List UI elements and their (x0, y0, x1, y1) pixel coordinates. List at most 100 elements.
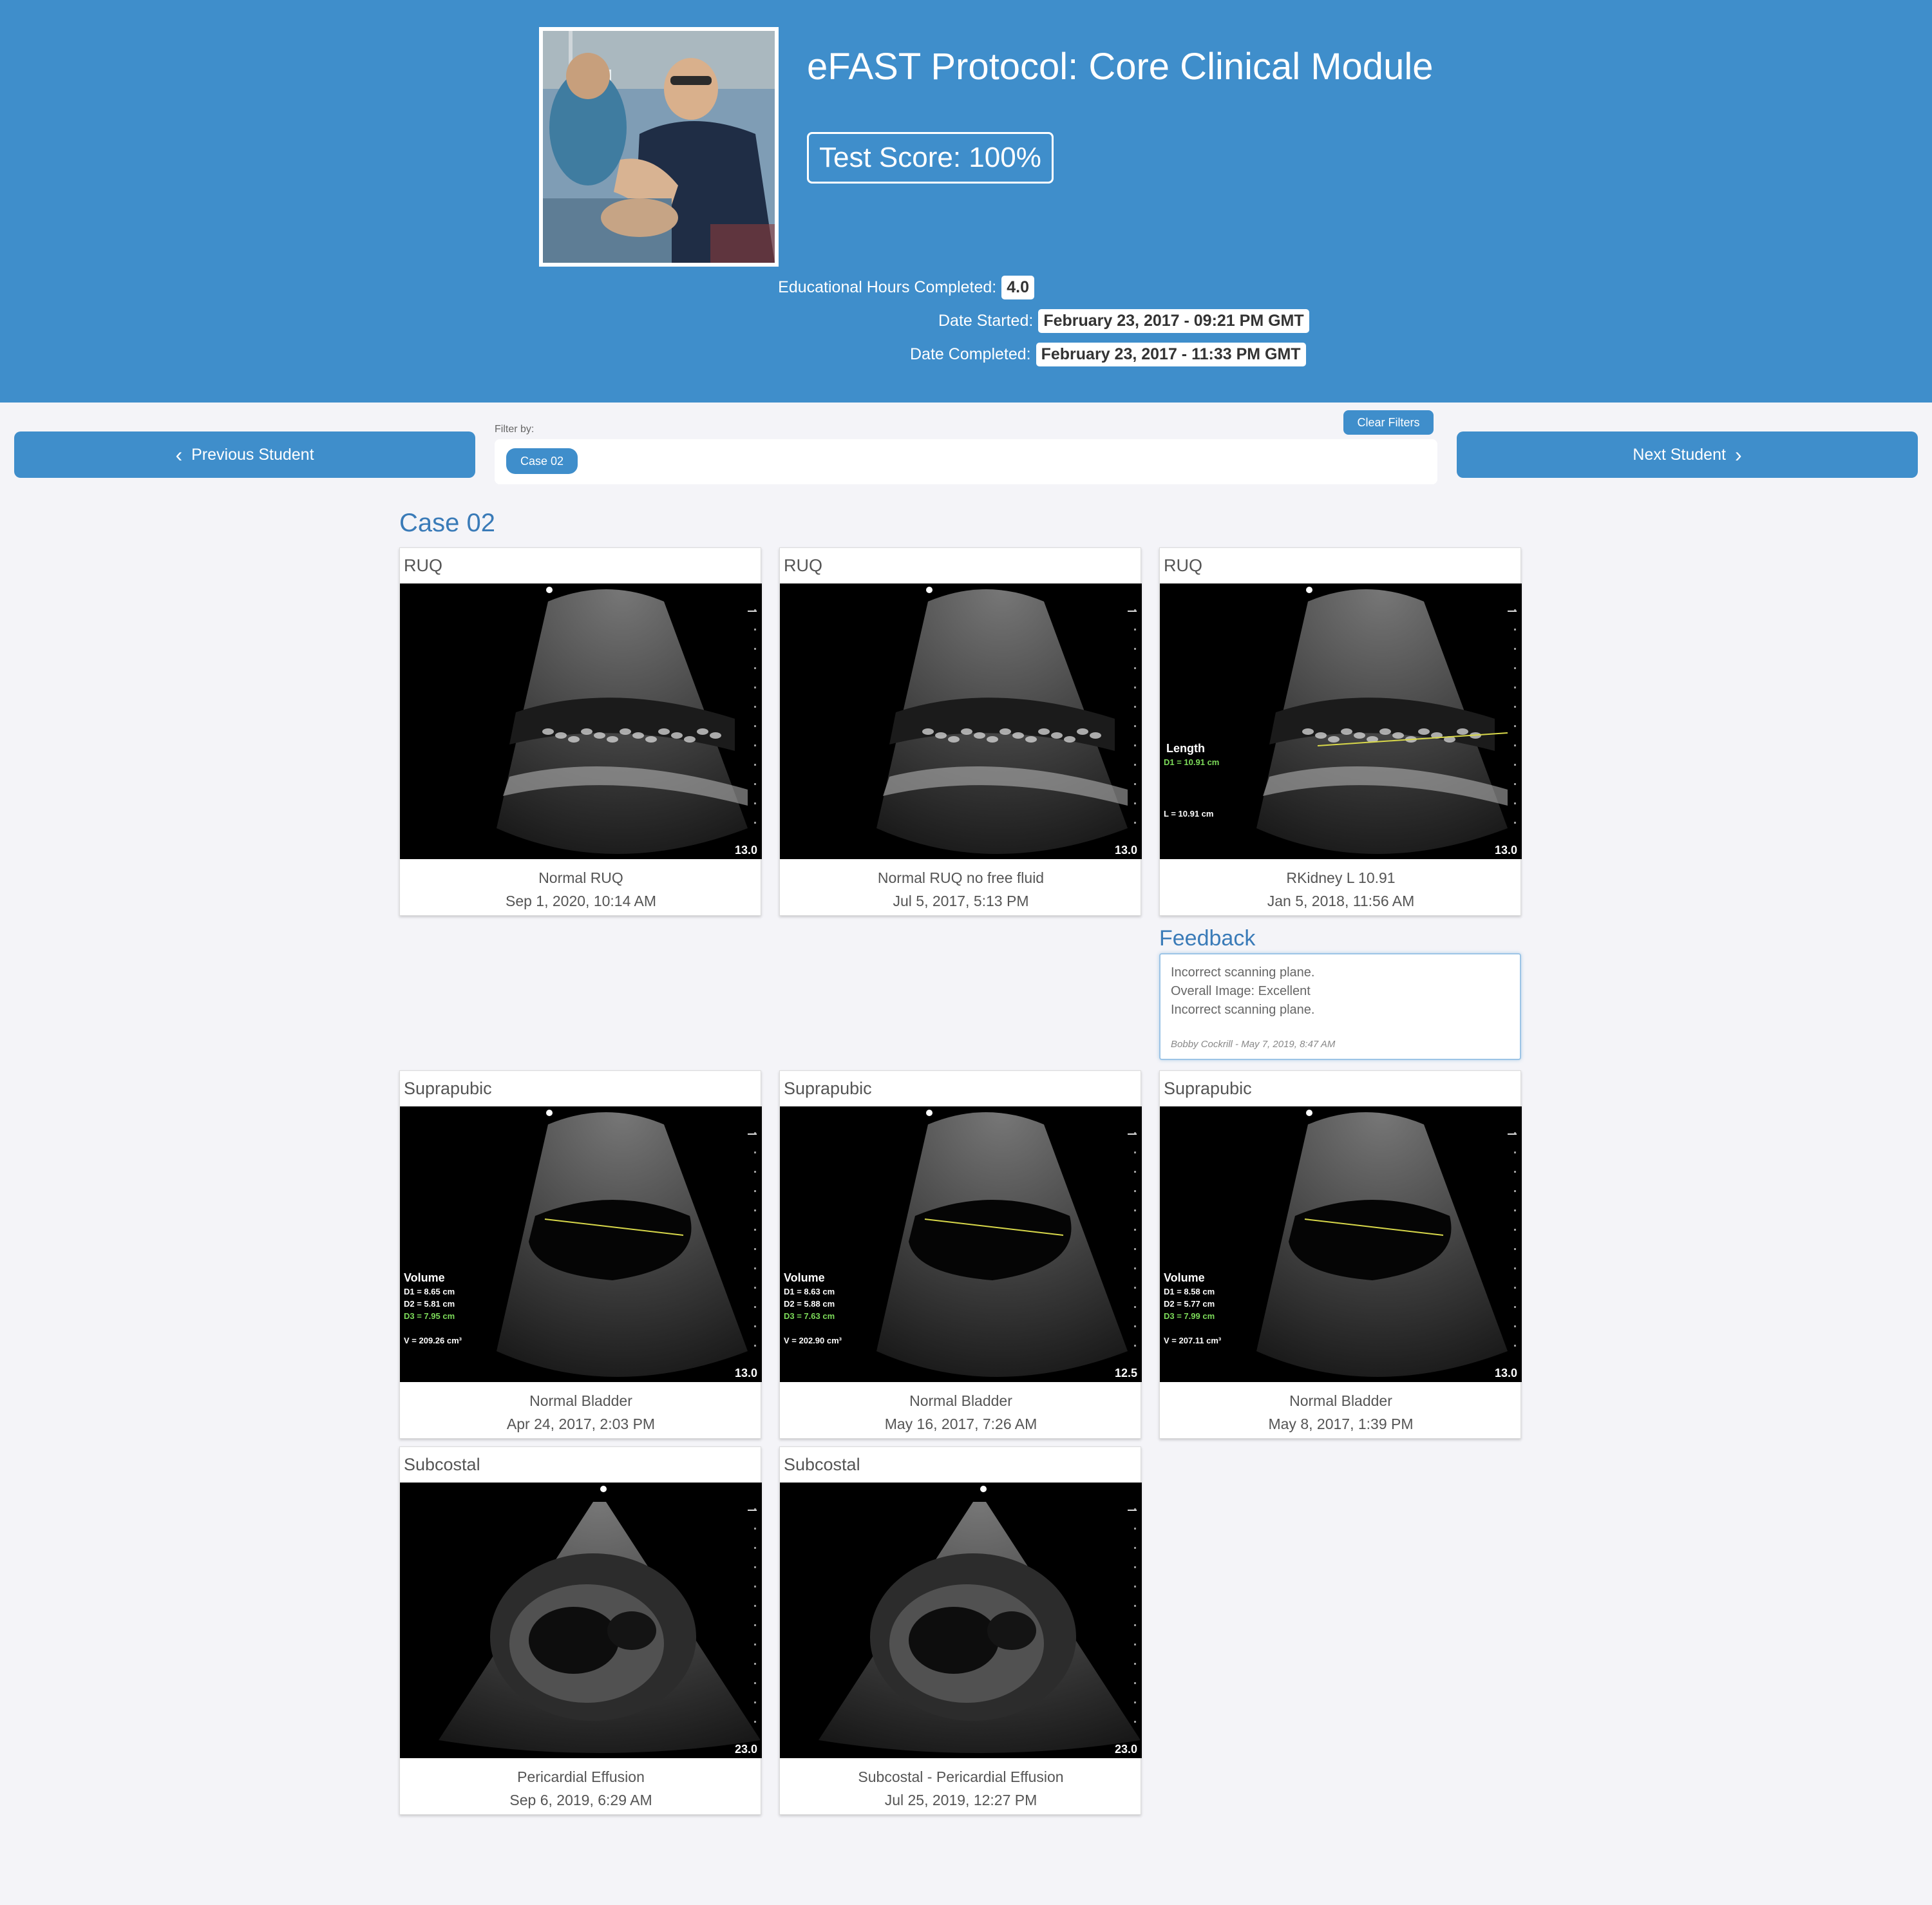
case-title: Case 02 (399, 509, 495, 537)
measure-d2: D2 = 5.81 cm (404, 1299, 455, 1309)
ultrasound-image[interactable]: 13.0 (400, 583, 762, 859)
depth-label: 23.0 (735, 1743, 757, 1756)
next-student-button[interactable]: Next Student › (1457, 431, 1918, 478)
stat-row-completed: Date Completed: February 23, 2017 - 11:3… (910, 343, 1306, 366)
measure-d3: D3 = 7.95 cm (404, 1311, 455, 1321)
depth-label: 13.0 (1495, 1367, 1517, 1379)
scan-caption: Normal Bladder May 16, 2017, 7:26 AM (780, 1389, 1142, 1436)
measure-d1: D1 = 10.91 cm (1164, 757, 1219, 767)
scan-date: May 8, 2017, 1:39 PM (1268, 1416, 1414, 1432)
probe-marker-icon (600, 1486, 607, 1492)
scan-caption: Subcostal - Pericardial Effusion Jul 25,… (780, 1765, 1142, 1812)
test-score-badge: Test Score: 100% (807, 132, 1054, 184)
depth-label: 13.0 (735, 844, 757, 857)
chevron-right-icon: › (1734, 443, 1742, 466)
scan-card[interactable]: Suprapubic Volume D1 = 8.65 cm D2 = 5.81 c… (399, 1070, 762, 1439)
measure-volume: V = 209.26 cm³ (404, 1336, 462, 1345)
scan-view-label: RUQ (404, 556, 442, 575)
module-title: eFAST Protocol: Core Clinical Module (807, 46, 1434, 88)
scan-caption: Normal Bladder Apr 24, 2017, 2:03 PM (400, 1389, 762, 1436)
stat-label: Date Started: (938, 312, 1034, 330)
measure-title: Length (1166, 742, 1205, 755)
ultrasound-image[interactable]: Volume D1 = 8.63 cm D2 = 5.88 cm D3 = 7.63 … (780, 1106, 1142, 1382)
depth-label: 12.5 (1115, 1367, 1137, 1379)
measure-title: Volume (404, 1271, 445, 1284)
filter-bar[interactable]: Case 02 (495, 439, 1437, 484)
scan-view-label: Suprapubic (404, 1079, 492, 1098)
stat-row-started: Date Started: February 23, 2017 - 09:21 … (938, 309, 1309, 333)
scan-view-label: Subcostal (404, 1455, 480, 1474)
ultrasound-image[interactable]: Volume D1 = 8.58 cm D2 = 5.77 cm D3 = 7.99 … (1160, 1106, 1522, 1382)
scan-date: Jul 5, 2017, 5:13 PM (893, 893, 1029, 909)
scan-view-label: Suprapubic (784, 1079, 872, 1098)
scan-card[interactable]: RUQ 13.0 Normal RUQ no free fluid Jul 5,… (779, 547, 1142, 916)
ultrasound-image[interactable]: Length D1 = 10.91 cm L = 10.91 cm 13.0 (1160, 583, 1522, 859)
ultrasound-graphic: Volume D1 = 8.65 cm D2 = 5.81 cm D3 = 7.95 … (404, 1110, 757, 1379)
ultrasound-graphic: 23.0 (439, 1486, 761, 1756)
ultrasound-image[interactable]: 23.0 (780, 1483, 1142, 1758)
measure-volume: V = 207.11 cm³ (1164, 1336, 1222, 1345)
scan-view-label: Subcostal (784, 1455, 860, 1474)
probe-marker-icon (546, 1110, 553, 1116)
module-photo (539, 27, 779, 267)
scan-card[interactable]: Subcostal 23.0 Pericardial Effusion Sep … (399, 1446, 762, 1815)
measure-d1: D1 = 8.58 cm (1164, 1287, 1215, 1296)
scan-title: Normal RUQ (538, 869, 623, 886)
scan-card[interactable]: Suprapubic Volume D1 = 8.58 cm D2 = 5.77 c… (1159, 1070, 1522, 1439)
scan-card[interactable]: RUQ 13.0 Normal RUQ Sep 1, 2020, 10:14 A… (399, 547, 762, 916)
scan-title: Normal Bladder (1289, 1392, 1392, 1409)
measure-title: Volume (1164, 1271, 1205, 1284)
measure-d1: D1 = 8.65 cm (404, 1287, 455, 1296)
scan-title: Pericardial Effusion (517, 1768, 645, 1785)
probe-marker-icon (926, 1110, 933, 1116)
next-student-label: Next Student (1633, 445, 1726, 464)
scan-card[interactable]: Suprapubic Volume D1 = 8.63 cm D2 = 5.88 c… (779, 1070, 1142, 1439)
depth-label: 13.0 (735, 1367, 757, 1379)
feedback-author: Bobby Cockrill - May 7, 2019, 8:47 AM (1171, 1039, 1336, 1050)
previous-student-button[interactable]: ‹ Previous Student (14, 431, 475, 478)
probe-marker-icon (1306, 587, 1312, 593)
ultrasound-graphic: 23.0 (819, 1486, 1141, 1756)
scan-title: RKidney L 10.91 (1286, 869, 1396, 886)
ultrasound-graphic: Length D1 = 10.91 cm L = 10.91 cm 13.0 (1164, 587, 1517, 857)
chevron-left-icon: ‹ (175, 443, 183, 466)
stat-row-hours: Educational Hours Completed: 4.0 (778, 276, 1034, 299)
measure-d2: D2 = 5.88 cm (784, 1299, 835, 1309)
scan-caption: Pericardial Effusion Sep 6, 2019, 6:29 A… (400, 1765, 762, 1812)
scan-date: May 16, 2017, 7:26 AM (884, 1416, 1037, 1432)
stat-value-completed: February 23, 2017 - 11:33 PM GMT (1036, 343, 1306, 366)
module-header: eFAST Protocol: Core Clinical Module Tes… (0, 0, 1932, 403)
ultrasound-graphic: 13.0 (876, 587, 1137, 857)
ultrasound-image[interactable]: 23.0 (400, 1483, 762, 1758)
scan-date: Apr 24, 2017, 2:03 PM (506, 1416, 656, 1432)
previous-student-label: Previous Student (191, 445, 314, 464)
probe-marker-icon (1306, 1110, 1312, 1116)
scan-title: Normal Bladder (529, 1392, 632, 1409)
scan-view-label: RUQ (784, 556, 822, 575)
measure-d3: D3 = 7.63 cm (784, 1311, 835, 1321)
feedback-line: Incorrect scanning plane. (1171, 1003, 1315, 1017)
scan-title: Subcostal - Pericardial Effusion (858, 1768, 1064, 1785)
ultrasound-image[interactable]: Volume D1 = 8.65 cm D2 = 5.81 cm D3 = 7.95 … (400, 1106, 762, 1382)
clear-filters-button[interactable]: Clear Filters (1343, 410, 1434, 435)
filter-label: Filter by: (495, 424, 535, 435)
scan-date: Jul 25, 2019, 12:27 PM (884, 1792, 1037, 1808)
filter-chip-case-02[interactable]: Case 02 (506, 448, 578, 474)
scan-title: Normal RUQ no free fluid (877, 869, 1045, 886)
scan-card[interactable]: RUQ Length D1 = 10.91 cm L = 10.91 cm 13.0 … (1159, 547, 1522, 916)
measure-title: Volume (784, 1271, 825, 1284)
measure-d3: D3 = 7.99 cm (1164, 1311, 1215, 1321)
scan-card[interactable]: Subcostal 23.0 Subcostal - Pericardial E… (779, 1446, 1142, 1815)
scan-date: Jan 5, 2018, 11:56 AM (1267, 893, 1415, 909)
ultrasound-image[interactable]: 13.0 (780, 583, 1142, 859)
feedback-line: Overall Image: Excellent (1171, 984, 1311, 998)
ultrasound-graphic: Volume D1 = 8.58 cm D2 = 5.77 cm D3 = 7.99 … (1164, 1110, 1517, 1379)
feedback-line: Incorrect scanning plane. (1171, 965, 1315, 980)
measure-d1: D1 = 8.63 cm (784, 1287, 835, 1296)
scan-date: Sep 1, 2020, 10:14 AM (505, 893, 656, 909)
clinical-scene-image (543, 31, 775, 263)
probe-marker-icon (980, 1486, 987, 1492)
depth-label: 13.0 (1115, 844, 1137, 857)
measure-length: L = 10.91 cm (1164, 809, 1213, 819)
depth-label: 23.0 (1115, 1743, 1137, 1756)
